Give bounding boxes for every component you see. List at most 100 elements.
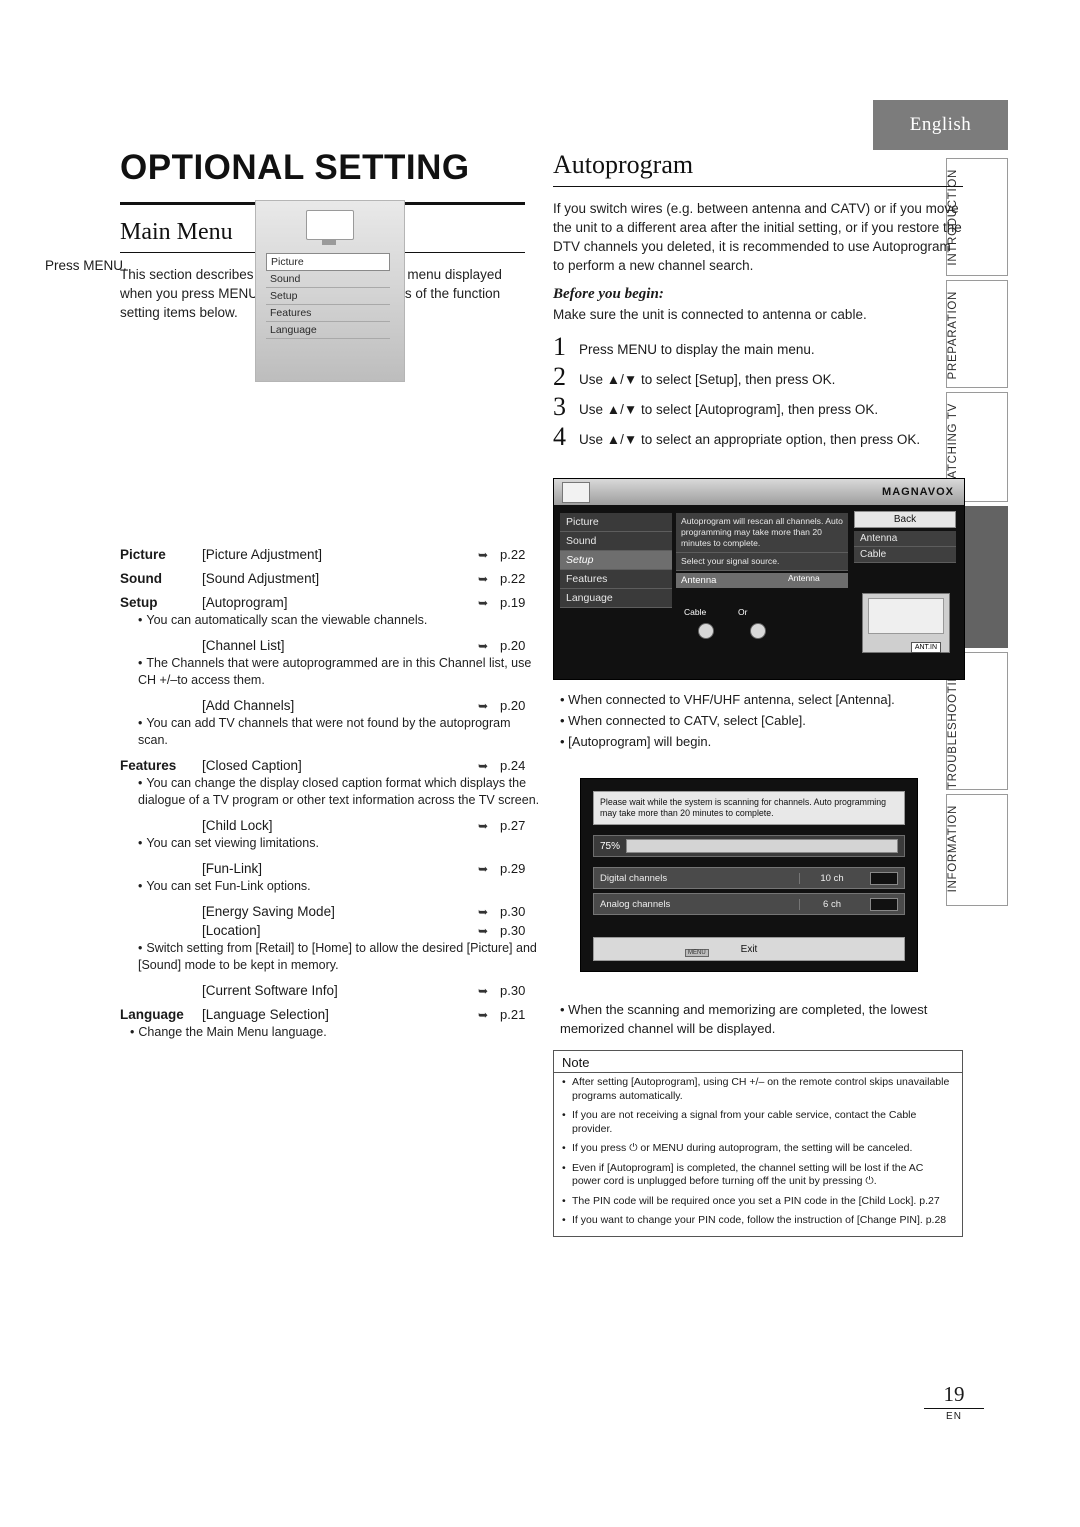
bullet-dot: • xyxy=(138,776,143,790)
page-arrow-icon: ➥ xyxy=(478,699,489,713)
osd-back-button[interactable]: Back xyxy=(854,511,956,528)
menu-bullet: • The Channels that were autoprogrammed a… xyxy=(138,655,540,689)
osd-left-menu: Picture Sound Setup Features Language xyxy=(560,513,672,608)
step-text: Use ▲/▼ to select an appropriate option,… xyxy=(579,432,921,447)
menu-row-child-lock: [Child Lock] ➥ p.27 xyxy=(120,818,540,833)
row-indicator xyxy=(870,871,898,885)
menu-category: Sound xyxy=(120,571,162,586)
step-number: 2 xyxy=(553,362,566,391)
page-arrow-icon: ➥ xyxy=(478,759,489,773)
note-text: Even if [Autoprogram] is completed, the … xyxy=(572,1161,924,1188)
side-tab-information[interactable]: INFORMATION xyxy=(946,794,1008,906)
page-number: p.30 xyxy=(500,923,526,938)
note-text: If you are not receiving a signal from y… xyxy=(572,1109,917,1135)
menu-page-ref: ➥ p.29 xyxy=(478,861,540,876)
menu-page-ref: ➥ p.22 xyxy=(478,571,540,586)
press-menu-label: Press MENU. xyxy=(45,258,127,273)
connection-diagram: Antenna Cable Or ANT.IN xyxy=(680,573,956,675)
tv-screen xyxy=(306,210,354,240)
osd-menu-setup[interactable]: Setup xyxy=(560,551,672,570)
page-arrow-icon: ➥ xyxy=(478,639,489,653)
progress-fill xyxy=(626,839,898,853)
bullet-dot: • xyxy=(138,613,143,627)
bullet-dot: • xyxy=(138,836,143,850)
osd-option-antenna[interactable]: Antenna xyxy=(854,531,956,547)
menu-page-ref: ➥ p.27 xyxy=(478,818,540,833)
page-arrow-icon: ➥ xyxy=(478,862,489,876)
illustration-item-language: Language xyxy=(266,322,390,339)
menu-bullet: • You can change the display closed capti… xyxy=(138,775,540,809)
osd-option-cable[interactable]: Cable xyxy=(854,547,956,563)
bullet-autoprogram-begin: • [Autoprogram] will begin. xyxy=(560,734,712,749)
bullet-text: You can set viewing limitations. xyxy=(146,836,319,850)
page-number: p.22 xyxy=(500,547,526,562)
diagram-connectors xyxy=(698,617,798,643)
page-arrow-icon: ➥ xyxy=(478,548,489,562)
bullet-cable: • When connected to CATV, select [Cable]… xyxy=(560,713,806,728)
menu-page-ref: ➥ p.30 xyxy=(478,983,540,998)
bullet-dot: • xyxy=(562,1161,566,1174)
osd-menu-features[interactable]: Features xyxy=(560,570,672,589)
progress-percent: 75% xyxy=(600,840,621,852)
osd-menu-picture[interactable]: Picture xyxy=(560,513,672,532)
tv-icon xyxy=(300,207,358,247)
diagram-tv: ANT.IN xyxy=(862,593,950,653)
menu-bullet: • You can set viewing limitations. xyxy=(138,835,540,852)
menu-page-ref: ➥ p.21 xyxy=(478,1007,540,1022)
before-you-begin-heading: Before you begin: xyxy=(553,286,664,302)
antenna-plug-icon xyxy=(750,623,766,639)
osd-description-panel: Autoprogram will rescan all channels. Au… xyxy=(676,513,848,588)
bullet-dot: • xyxy=(138,716,143,730)
page-number: p.29 xyxy=(500,861,526,876)
bullet-antenna: • When connected to VHF/UHF antenna, sel… xyxy=(560,692,895,707)
diagram-tv-screen xyxy=(868,598,944,634)
menu-item-label: [Fun-Link] xyxy=(202,861,263,876)
step-number: 4 xyxy=(553,422,566,451)
illustration-menu-list: Picture Sound Setup Features Language xyxy=(266,253,390,339)
menu-category: Setup xyxy=(120,595,158,610)
row-value: 10 ch xyxy=(799,872,864,884)
note-item: • If you press ⏻ or MENU during autoprogr… xyxy=(554,1139,962,1159)
menu-page-ref: ➥ p.20 xyxy=(478,638,540,653)
row-label: Analog channels xyxy=(600,898,671,910)
page-number: p.22 xyxy=(500,571,526,586)
menu-item-label: [Current Software Info] xyxy=(202,983,338,998)
bullet-dot: • xyxy=(562,1109,566,1121)
page-number: 19 xyxy=(943,1382,965,1406)
menu-item-label: [Location] xyxy=(202,923,261,938)
menu-row-sound: Sound [Sound Adjustment] ➥ p.22 xyxy=(120,571,540,586)
row-value: 6 ch xyxy=(799,898,864,910)
page-number: p.19 xyxy=(500,595,526,610)
osd-exit-bar[interactable]: Exit xyxy=(593,937,905,961)
menu-category: Features xyxy=(120,758,177,773)
after-scan-text-value: When the scanning and memorizing are com… xyxy=(560,1002,928,1036)
step-2: 2 Use ▲/▼ to select [Setup], then press … xyxy=(553,362,963,391)
bullet-text: You can set Fun-Link options. xyxy=(146,879,311,893)
osd-menu-sound[interactable]: Sound xyxy=(560,532,672,551)
menu-item-label: [Picture Adjustment] xyxy=(202,547,323,562)
page-arrow-icon: ➥ xyxy=(478,984,489,998)
menu-item-label: [Channel List] xyxy=(202,638,285,653)
illustration-item-features: Features xyxy=(266,305,390,322)
osd-topbar: MAGNAVOX xyxy=(554,479,964,505)
footer-rule xyxy=(924,1408,984,1409)
osd-menu-language[interactable]: Language xyxy=(560,589,672,608)
bullet-text: When connected to CATV, select [Cable]. xyxy=(568,713,806,728)
bullet-dot: • xyxy=(138,879,143,893)
osd-source-selected[interactable]: Antenna xyxy=(676,573,848,588)
page-number: p.24 xyxy=(500,758,526,773)
note-item: • After setting [Autoprogram], using CH +… xyxy=(554,1073,962,1106)
language-badge: English xyxy=(873,100,1008,150)
diagram-label-or: Or xyxy=(738,607,748,617)
osd-autoprogram-source-screenshot: MAGNAVOX Picture Sound Setup Features La… xyxy=(553,478,965,680)
bullet-text: [Autoprogram] will begin. xyxy=(568,734,712,749)
menu-bullet: • You can set Fun-Link options. xyxy=(138,878,540,895)
bullet-dot: • xyxy=(562,1142,566,1154)
menu-item-label: [Energy Saving Mode] xyxy=(202,904,335,919)
page-number: p.20 xyxy=(500,638,526,653)
step-4: 4 Use ▲/▼ to select an appropriate optio… xyxy=(553,422,963,451)
menu-row-setup: Setup [Autoprogram] ➥ p.19 xyxy=(120,595,540,610)
cable-plug-icon xyxy=(698,623,714,639)
menu-item-label: [Autoprogram] xyxy=(202,595,288,610)
bullet-text: You can automatically scan the viewable … xyxy=(146,613,428,627)
